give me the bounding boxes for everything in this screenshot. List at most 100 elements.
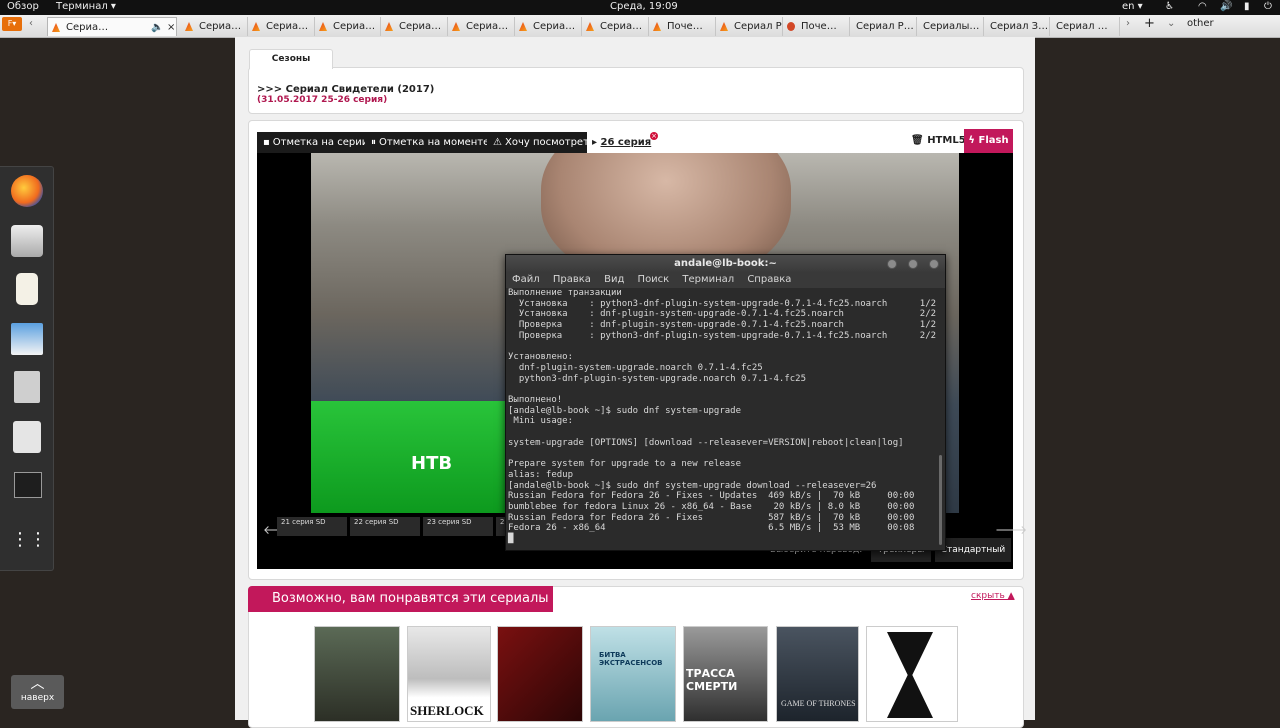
- image-viewer-icon[interactable]: [11, 323, 43, 355]
- browser-tab[interactable]: Сериа…: [582, 17, 649, 36]
- poster[interactable]: [866, 626, 958, 722]
- menu-file[interactable]: Файл: [512, 274, 540, 285]
- terminal-menubar: Файл Правка Вид Поиск Терминал Справка: [506, 272, 945, 288]
- terminal-window[interactable]: andale@lb-book:~ Файл Правка Вид Поиск Т…: [505, 254, 946, 551]
- battery-icon[interactable]: ▮: [1244, 1, 1250, 12]
- warning-icon: ⚠: [493, 137, 502, 148]
- browser-menu-button[interactable]: F▾: [2, 17, 22, 31]
- browser-tab[interactable]: Сериа…: [315, 17, 381, 36]
- show-apps-icon[interactable]: ⋮⋮: [11, 524, 47, 556]
- menu-terminal[interactable]: Терминал: [682, 274, 734, 285]
- language-indicator[interactable]: en ▾: [1122, 1, 1143, 12]
- trash-icon: 🗑: [911, 135, 924, 146]
- scroll-top-button[interactable]: ︿ наверх: [11, 675, 64, 709]
- episode-thumb[interactable]: 21 серия SD: [277, 517, 347, 536]
- current-episode-tab[interactable]: ▸ 26 серия: [587, 132, 674, 153]
- site-favicon-icon: [452, 22, 460, 31]
- terminal-output[interactable]: Выполнение транзакции Установка : python…: [506, 288, 945, 547]
- menu-search[interactable]: Поиск: [638, 274, 670, 285]
- dash-dock: ⋮⋮: [0, 166, 54, 571]
- browser-tab[interactable]: Сериал З…: [984, 17, 1050, 36]
- site-favicon-icon: [185, 22, 193, 31]
- translation-standard[interactable]: Стандартный: [935, 538, 1011, 562]
- system-top-bar: Обзор Терминал ▾ Среда, 19:09 en ▾ ♿ ◠ 🔊…: [0, 0, 1280, 15]
- power-icon[interactable]: ⏻: [1264, 1, 1272, 12]
- site-favicon-icon: [720, 22, 728, 31]
- minimize-button[interactable]: [887, 259, 897, 269]
- browser-tab[interactable]: Поче…: [649, 17, 716, 36]
- browser-tab[interactable]: Сериа…: [248, 17, 315, 36]
- browser-tab[interactable]: Сериа…: [381, 17, 448, 36]
- file-cabinet-icon[interactable]: [14, 371, 40, 403]
- browser-tab[interactable]: Сериалы…: [917, 17, 984, 36]
- site-favicon-icon: [319, 22, 327, 31]
- activities-button[interactable]: Обзор: [7, 1, 39, 12]
- close-button[interactable]: [929, 259, 939, 269]
- site-favicon-icon: [52, 23, 60, 32]
- tab-want-to-watch[interactable]: ⚠ Хочу посмотреть: [487, 132, 597, 153]
- scroll-right-icon[interactable]: ›: [1126, 18, 1130, 29]
- poster[interactable]: ТРАССА СМЕРТИ: [683, 626, 768, 722]
- browser-tab[interactable]: Сериа… 🔈 ×: [47, 17, 177, 36]
- terminal-app-icon[interactable]: [14, 472, 42, 498]
- series-subtitle: (31.05.2017 25-26 серия): [257, 95, 388, 105]
- recommendations-title: Возможно, вам понравятся эти сериалы: [248, 586, 553, 612]
- software-bag-icon[interactable]: [13, 421, 41, 453]
- wifi-icon[interactable]: ◠: [1198, 1, 1207, 12]
- site-favicon-icon: [653, 22, 661, 31]
- hourglass-icon: [887, 632, 933, 718]
- browser-tab[interactable]: Сериал Р…: [716, 17, 783, 36]
- tab-episode-mark[interactable]: ▪ Отметка на серии: [257, 132, 375, 153]
- series-title[interactable]: >>> Сериал Свидетели (2017): [257, 84, 434, 95]
- tab-seasons[interactable]: Сезоны: [249, 49, 333, 69]
- tab-list-icon[interactable]: ⌄: [1167, 18, 1175, 29]
- browser-tab[interactable]: Поче…: [783, 17, 850, 36]
- next-arrow-icon[interactable]: 🡒: [995, 522, 1027, 537]
- browser-tab[interactable]: Сериал …: [1050, 17, 1120, 36]
- close-tab-icon[interactable]: ×: [167, 18, 175, 36]
- accessibility-icon[interactable]: ♿: [1165, 1, 1174, 12]
- new-tab-button[interactable]: +: [1144, 16, 1155, 31]
- episode-thumb[interactable]: 23 серия SD: [423, 517, 493, 536]
- terminal-titlebar[interactable]: andale@lb-book:~: [506, 255, 945, 272]
- lightning-icon: ϟ: [968, 135, 976, 146]
- site-favicon-icon: [586, 22, 594, 31]
- flash-toggle[interactable]: ϟ Flash: [964, 129, 1013, 153]
- browser-tab[interactable]: Сериа…: [515, 17, 582, 36]
- other-bookmarks[interactable]: other: [1187, 18, 1214, 29]
- site-favicon-icon: [252, 22, 260, 31]
- hide-recommendations-link[interactable]: скрыть ▲: [971, 591, 1015, 601]
- app-menu[interactable]: Терминал ▾: [56, 1, 116, 12]
- episode-thumb[interactable]: 22 серия SD: [350, 517, 420, 536]
- pause-icon: ⏸: [371, 137, 376, 148]
- speaker-icon[interactable]: 🔈: [151, 18, 163, 36]
- speaker-app-icon[interactable]: [16, 273, 38, 305]
- menu-edit[interactable]: Правка: [553, 274, 591, 285]
- firefox-icon[interactable]: [11, 175, 43, 207]
- clock[interactable]: Среда, 19:09: [610, 1, 678, 12]
- poster[interactable]: [497, 626, 583, 722]
- seasons-card: >>> Сериал Свидетели (2017) (31.05.2017 …: [248, 67, 1024, 114]
- browser-tab[interactable]: Сериа…: [181, 17, 248, 36]
- volume-icon[interactable]: 🔊: [1220, 1, 1232, 12]
- ntv-logo: НТВ: [411, 453, 453, 474]
- browser-tab[interactable]: Сериа…: [448, 17, 515, 36]
- menu-view[interactable]: Вид: [604, 274, 624, 285]
- close-episode-icon[interactable]: ×: [650, 132, 658, 140]
- terminal-scrollbar[interactable]: [939, 455, 942, 545]
- backup-clock-icon[interactable]: [11, 225, 43, 257]
- tab-moment-mark[interactable]: ⏸ Отметка на моменте: [365, 132, 497, 153]
- menu-help[interactable]: Справка: [747, 274, 791, 285]
- poster[interactable]: GAME OF THRONES: [776, 626, 859, 722]
- maximize-button[interactable]: [908, 259, 918, 269]
- poster[interactable]: SHERLOCK: [407, 626, 491, 722]
- html5-toggle[interactable]: 🗑 HTML5: [911, 135, 966, 146]
- play-icon: ▸: [592, 137, 601, 148]
- mark-icon: ▪: [263, 137, 270, 148]
- poster[interactable]: [314, 626, 400, 722]
- site-favicon-icon: [385, 22, 393, 31]
- poster[interactable]: БИТВА ЭКСТРАСЕНСОВ: [590, 626, 676, 722]
- browser-tab-strip: F▾ ‹ Сериа… 🔈 × Сериа… Сериа… Сериа… Сериа…: [0, 15, 1280, 38]
- scroll-left-icon[interactable]: ‹: [29, 18, 33, 29]
- browser-tab[interactable]: Сериал Р…: [850, 17, 917, 36]
